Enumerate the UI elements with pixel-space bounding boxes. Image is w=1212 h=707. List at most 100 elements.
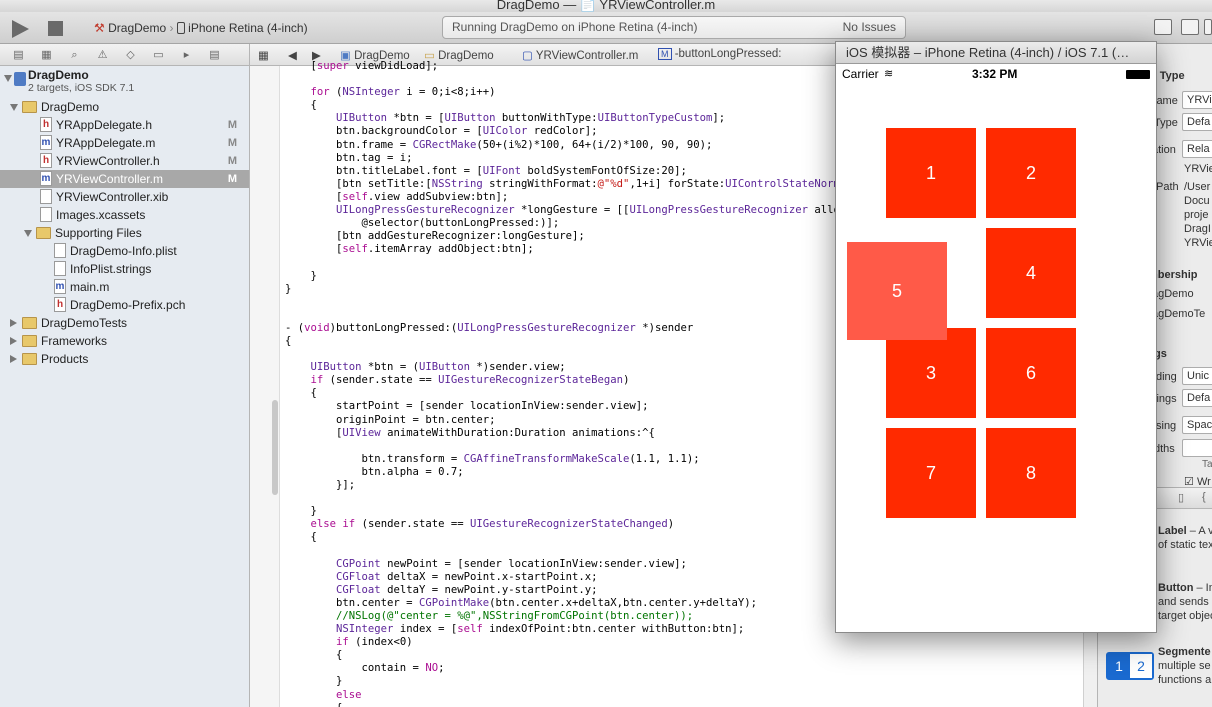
code-line: }]; <box>285 479 356 491</box>
source-file-icon: m <box>40 171 52 186</box>
tile-button-5-dragging[interactable]: 5 <box>847 242 947 340</box>
path-line-3: proje <box>1184 209 1209 221</box>
navigator-selector-bar: ▤ ▦ ⌕ ⚠ ◇ ▭ ▸ ▤ <box>0 44 250 66</box>
scheme-selector[interactable]: ⚒ DragDemo › iPhone Retina (4-inch) <box>94 20 308 35</box>
library-item-title: Segmente <box>1158 646 1211 658</box>
navigator-row[interactable]: h DragDemo-Prefix.pch <box>0 296 249 314</box>
tile-button-2[interactable]: 2 <box>986 128 1076 218</box>
name-field[interactable]: YRVi <box>1182 91 1212 109</box>
disclosure-open-icon[interactable] <box>24 230 32 237</box>
navigator-row[interactable]: h YRViewController.h M <box>0 152 249 170</box>
navigator-row[interactable]: m YRViewController.m M <box>0 170 249 188</box>
widths-label: dths <box>1154 443 1175 455</box>
library-item-desc-1: multiple se <box>1158 660 1211 672</box>
type-popup[interactable]: Defa <box>1182 113 1212 131</box>
navigator-row[interactable]: DragDemo-Info.plist <box>0 242 249 260</box>
disclosure-closed-icon[interactable] <box>10 337 17 345</box>
ios-simulator-window[interactable]: iOS 模拟器 – iPhone Retina (4-inch) / iOS 7… <box>835 41 1157 633</box>
debug-navigator-icon[interactable]: ▭ <box>152 49 165 61</box>
library-item-desc-2: functions a <box>1158 674 1212 686</box>
project-navigator: DragDemo 2 targets, iOS SDK 7.1 DragDemo… <box>0 66 250 707</box>
test-navigator-icon[interactable]: ◇ <box>124 49 137 61</box>
code-snippet-icon[interactable]: { <box>1202 491 1206 503</box>
file-name-text: YRVie <box>1184 163 1212 175</box>
navigator-row-label: main.m <box>70 280 110 294</box>
navigator-row-label: DragDemo-Prefix.pch <box>70 298 186 312</box>
run-button-icon[interactable] <box>12 20 29 38</box>
tile-button-4[interactable]: 4 <box>986 228 1076 318</box>
navigator-row[interactable]: InfoPlist.strings <box>0 260 249 278</box>
library-item-desc: – In <box>1196 582 1212 594</box>
location-popup[interactable]: Rela <box>1182 140 1212 158</box>
code-line: if (sender.state == UIGestureRecognizerS… <box>310 374 630 387</box>
navigator-row[interactable]: DragDemo <box>0 98 249 116</box>
jump-item-label: -buttonLongPressed: <box>674 48 782 60</box>
stop-button-icon[interactable] <box>48 21 63 36</box>
scm-status-badge: M <box>227 173 237 185</box>
scheme-name: DragDemo <box>108 20 167 35</box>
navigator-row-label: InfoPlist.strings <box>70 262 152 276</box>
jump-item-method[interactable]: M -buttonLongPressed: <box>658 48 781 60</box>
library-item-segmented[interactable]: Segmente <box>1158 646 1211 658</box>
log-navigator-icon[interactable]: ▤ <box>208 49 221 61</box>
tile-button-8[interactable]: 8 <box>986 428 1076 518</box>
target-dragdemotests[interactable]: agDemoTe <box>1152 308 1205 320</box>
code-line: } <box>285 269 317 282</box>
disclosure-open-icon[interactable] <box>4 75 12 82</box>
line-endings-popup[interactable]: Defa <box>1182 389 1212 407</box>
navigator-row[interactable]: m YRAppDelegate.m M <box>0 134 249 152</box>
scm-status-badge: M <box>227 137 237 149</box>
navigator-row[interactable]: m main.m <box>0 278 249 296</box>
editor-gutter <box>250 66 280 707</box>
folder-icon <box>22 317 37 329</box>
symbol-navigator-icon[interactable]: ▦ <box>40 49 53 61</box>
segmented-control-icon[interactable]: 1 2 <box>1106 652 1154 680</box>
project-navigator-icon[interactable]: ▤ <box>12 49 25 61</box>
code-line: CGFloat deltaX = newPoint.x-startPoint.x… <box>336 570 598 583</box>
navigator-row[interactable]: Products <box>0 350 249 368</box>
disclosure-closed-icon[interactable] <box>10 355 17 363</box>
window-title-bar: DragDemo — 📄 YRViewController.m <box>0 0 1212 12</box>
library-item-button[interactable]: Button – In <box>1158 582 1212 594</box>
code-line: contain = NO; <box>285 662 445 675</box>
encoding-popup[interactable]: Unic <box>1182 367 1212 385</box>
tile-button-7[interactable]: 7 <box>886 428 976 518</box>
widths-field[interactable] <box>1182 439 1212 457</box>
editor-scroll-thumb[interactable] <box>272 400 278 495</box>
navigator-row[interactable]: h YRAppDelegate.h M <box>0 116 249 134</box>
tile-button-1[interactable]: 1 <box>886 128 976 218</box>
source-file-icon: m <box>40 135 52 150</box>
indent-using-popup[interactable]: Spac <box>1182 416 1212 434</box>
device-icon <box>176 21 185 34</box>
indent-using-label: sing <box>1156 420 1177 432</box>
path-line-4: DragI <box>1184 223 1211 235</box>
library-item-label[interactable]: Label – A v <box>1158 525 1212 537</box>
version-editor-icon[interactable] <box>1204 19 1212 35</box>
standard-editor-icon[interactable] <box>1154 19 1172 35</box>
related-items-icon[interactable]: ▦ <box>258 48 269 62</box>
toolbar: ⚒ DragDemo › iPhone Retina (4-inch) Runn… <box>0 12 1212 44</box>
navigator-row[interactable]: Images.xcassets <box>0 206 249 224</box>
file-template-icon[interactable]: ▯ <box>1178 491 1184 504</box>
issues-status[interactable]: No Issues <box>843 17 896 38</box>
code-line: { <box>285 649 343 662</box>
tile-button-3[interactable]: 3 <box>886 328 976 418</box>
code-line: else <box>336 688 362 701</box>
breakpoint-navigator-icon[interactable]: ▸ <box>180 49 193 61</box>
code-line: btn.tag = i; <box>285 151 413 164</box>
navigator-row[interactable]: DragDemoTests <box>0 314 249 332</box>
assistant-editor-icon[interactable] <box>1181 19 1199 35</box>
navigator-row[interactable]: Frameworks <box>0 332 249 350</box>
navigator-row[interactable]: Supporting Files <box>0 224 249 242</box>
disclosure-closed-icon[interactable] <box>10 319 17 327</box>
navigator-row[interactable]: YRViewController.xib <box>0 188 249 206</box>
issue-navigator-icon[interactable]: ⚠ <box>96 49 109 61</box>
tile-button-6[interactable]: 6 <box>986 328 1076 418</box>
disclosure-open-icon[interactable] <box>10 104 18 111</box>
find-navigator-icon[interactable]: ⌕ <box>68 49 81 61</box>
file-icon <box>54 261 66 276</box>
code-editor[interactable]: [super viewDidLoad]; for (NSInteger i = … <box>285 60 840 707</box>
target-dragdemo[interactable]: agDemo <box>1152 288 1194 300</box>
folder-icon <box>22 353 37 365</box>
